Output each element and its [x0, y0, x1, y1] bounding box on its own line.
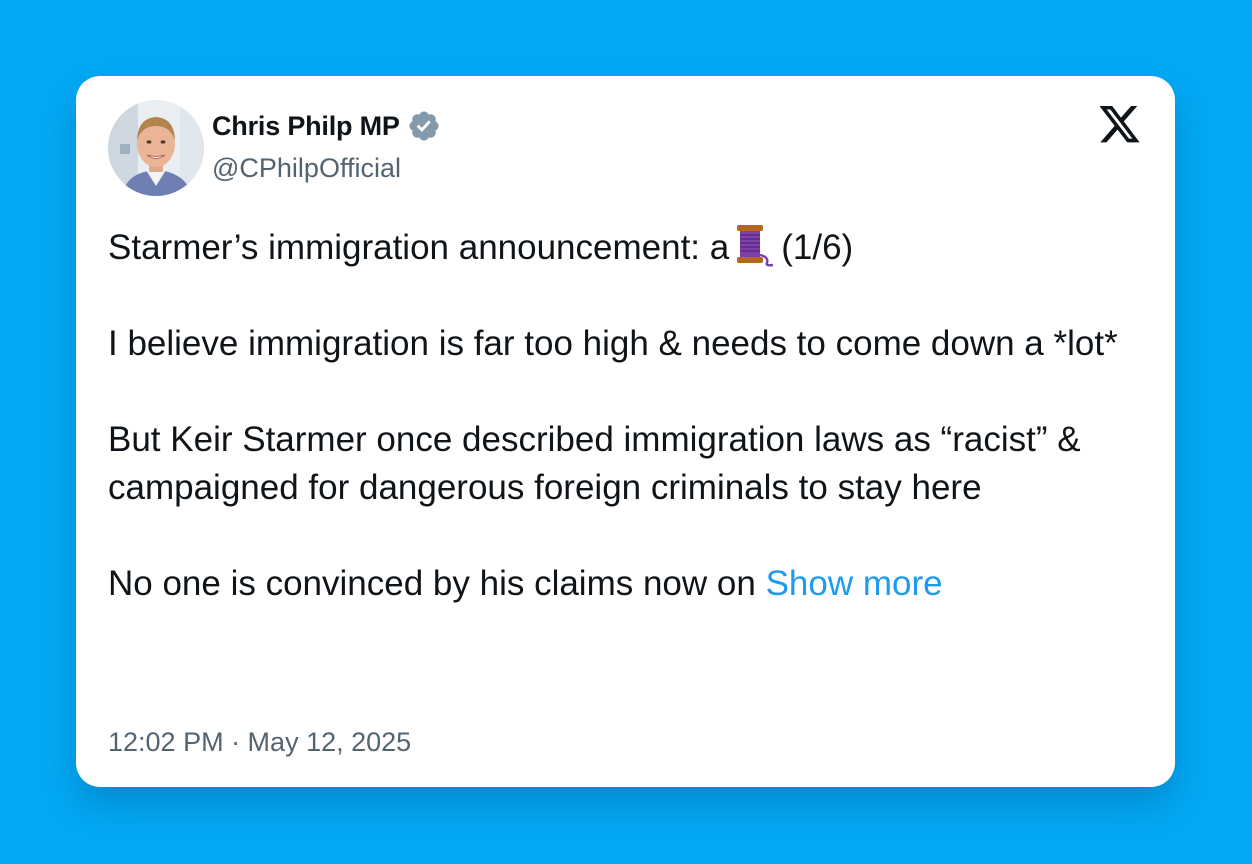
tweet-paragraph-text: Starmer’s immigration announcement: a	[108, 228, 730, 267]
author-avatar[interactable]	[108, 100, 204, 196]
post-timestamp[interactable]: 12:02 PM · May 12, 2025	[108, 727, 411, 758]
verified-badge-icon	[409, 111, 439, 141]
tweet-card: Chris Philp MP @CPhilpOfficial Starmer’s…	[76, 76, 1175, 787]
tweet-paragraph-text: (1/6)	[781, 228, 854, 267]
author-display-name[interactable]: Chris Philp MP	[212, 111, 400, 142]
avatar-photo-icon	[108, 100, 204, 196]
tweet-text: Starmer’s immigration announcement: a (1…	[108, 223, 1138, 608]
author-name-row: Chris Philp MP	[212, 109, 441, 143]
tweet-paragraph: Starmer’s immigration announcement: a (1…	[108, 223, 1138, 272]
x-logo-icon[interactable]	[1097, 106, 1142, 147]
tweet-paragraph-text: No one is convinced by his claims now on	[108, 564, 756, 603]
spool-of-thread-emoji-icon	[737, 225, 774, 267]
tweet-paragraph: I believe immigration is far too high & …	[108, 324, 1118, 363]
show-more-link[interactable]: Show more	[766, 564, 943, 603]
author-handle[interactable]: @CPhilpOfficial	[212, 153, 401, 184]
tweet-paragraph: But Keir Starmer once described immigrat…	[108, 420, 1081, 507]
tweet-paragraph: No one is convinced by his claims now on…	[108, 560, 1138, 608]
